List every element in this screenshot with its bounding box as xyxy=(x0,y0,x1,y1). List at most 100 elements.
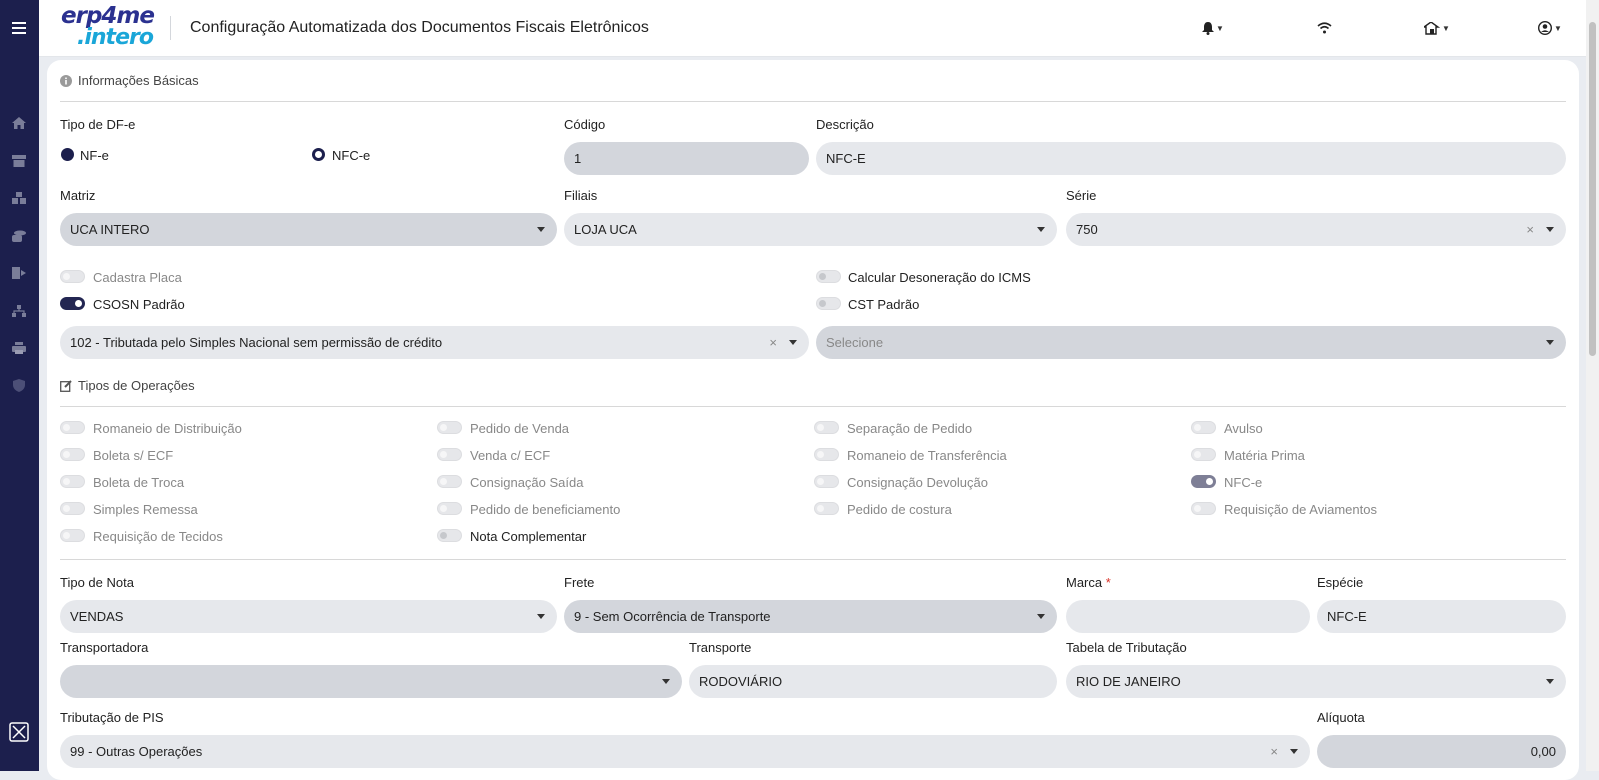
export-icon[interactable] xyxy=(10,264,28,282)
especie-input[interactable]: NFC-E xyxy=(1317,600,1566,633)
op-label: Consignação Devolução xyxy=(847,475,988,490)
op-label: Pedido de beneficiamento xyxy=(470,502,621,517)
nfce-operation-toggle[interactable] xyxy=(1191,475,1216,488)
divider xyxy=(60,406,1566,407)
codigo-label: Código xyxy=(564,117,606,132)
tipo-df-label: Tipo de DF-e xyxy=(60,117,136,132)
tabela-tributacao-select[interactable]: RIO DE JANEIRO xyxy=(1066,665,1566,698)
op-toggle[interactable] xyxy=(437,421,462,434)
scrollbar-thumb[interactable] xyxy=(1589,22,1596,356)
menu-icon[interactable] xyxy=(10,19,28,37)
op-label: Pedido de Venda xyxy=(470,421,570,436)
op-toggle[interactable] xyxy=(437,502,462,515)
company-button[interactable]: ▼ xyxy=(1424,18,1450,38)
op-label: Boleta s/ ECF xyxy=(93,448,174,463)
transportadora-select[interactable] xyxy=(60,665,682,698)
frete-select[interactable]: 9 - Sem Ocorrência de Transporte xyxy=(564,600,1057,633)
chevron-down-icon xyxy=(537,614,545,619)
op-label: Avulso xyxy=(1224,421,1263,436)
edit-icon xyxy=(60,379,72,392)
user-menu-button[interactable]: ▼ xyxy=(1538,18,1562,38)
form-panel: Informações Básicas Tipo de DF-e NF-e NF… xyxy=(47,60,1579,780)
op-toggle[interactable] xyxy=(1191,421,1216,434)
matriz-select[interactable]: UCA INTERO xyxy=(60,213,557,246)
serie-label: Série xyxy=(1066,188,1097,203)
op-toggle[interactable] xyxy=(1191,448,1216,461)
network-icon[interactable] xyxy=(10,302,28,320)
csosn-select[interactable]: 102 - Tributada pelo Simples Nacional se… xyxy=(60,326,809,359)
clear-icon[interactable]: × xyxy=(1270,744,1278,759)
chevron-down-icon xyxy=(1546,679,1554,684)
marca-input[interactable] xyxy=(1066,600,1310,633)
chevron-down-icon xyxy=(662,679,670,684)
home-building-icon xyxy=(1424,21,1440,35)
filiais-label: Filiais xyxy=(564,188,598,203)
tributacao-pis-label: Tributação de PIS xyxy=(60,710,164,725)
transporte-label: Transporte xyxy=(689,640,752,655)
op-label: Requisição de Aviamentos xyxy=(1224,502,1377,517)
clear-icon[interactable]: × xyxy=(1526,222,1534,237)
divider xyxy=(60,559,1566,560)
descricao-label: Descrição xyxy=(816,117,874,132)
op-label: Romaneio de Distribuição xyxy=(93,421,242,436)
op-toggle[interactable] xyxy=(814,421,839,434)
op-toggle[interactable] xyxy=(60,529,85,542)
chevron-down-icon xyxy=(1290,749,1298,754)
frete-label: Frete xyxy=(564,575,595,590)
radio-nfce-label: NFC-e xyxy=(332,148,371,163)
scrollbar[interactable] xyxy=(1586,0,1599,771)
home-icon[interactable] xyxy=(10,114,28,132)
op-toggle[interactable] xyxy=(814,448,839,461)
radio-nfe-label: NF-e xyxy=(80,148,109,163)
op-toggle[interactable] xyxy=(814,475,839,488)
close-panel-icon[interactable] xyxy=(9,722,29,742)
op-toggle[interactable] xyxy=(1191,502,1216,515)
bell-icon xyxy=(1202,21,1214,35)
boxes-icon[interactable] xyxy=(10,189,28,207)
erp4me-logo[interactable]: erp4me .intero xyxy=(61,5,161,51)
clear-icon[interactable]: × xyxy=(769,335,777,350)
tributacao-pis-select[interactable]: 99 - Outras Operações × xyxy=(60,735,1310,768)
nota-complementar-toggle[interactable] xyxy=(437,529,462,542)
coins-icon[interactable] xyxy=(10,227,28,245)
op-toggle[interactable] xyxy=(437,448,462,461)
cadastra-placa-toggle[interactable] xyxy=(60,270,85,283)
shield-icon[interactable] xyxy=(10,376,28,394)
op-label: Requisição de Tecidos xyxy=(93,529,223,544)
codigo-input[interactable]: 1 xyxy=(564,142,809,175)
tabela-tributacao-label: Tabela de Tributação xyxy=(1066,640,1187,655)
op-toggle[interactable] xyxy=(437,475,462,488)
csosn-padrao-toggle[interactable] xyxy=(60,297,85,310)
printer-icon[interactable] xyxy=(10,339,28,357)
op-toggle[interactable] xyxy=(814,502,839,515)
cst-select[interactable]: Selecione xyxy=(816,326,1566,359)
tipo-nota-select[interactable]: VENDAS xyxy=(60,600,557,633)
op-label: Consignação Saída xyxy=(470,475,584,490)
title-separator xyxy=(170,16,171,40)
matriz-label: Matriz xyxy=(60,188,96,203)
top-bar: erp4me .intero Configuração Automatizada… xyxy=(39,0,1586,57)
tipo-nota-label: Tipo de Nota xyxy=(60,575,134,590)
op-toggle[interactable] xyxy=(60,421,85,434)
connection-button[interactable] xyxy=(1317,18,1332,38)
chevron-down-icon xyxy=(789,340,797,345)
wifi-icon xyxy=(1317,22,1332,34)
op-toggle[interactable] xyxy=(60,475,85,488)
op-label: Pedido de costura xyxy=(847,502,952,517)
serie-select[interactable]: 750 × xyxy=(1066,213,1566,246)
cst-padrao-label: CST Padrão xyxy=(848,297,920,312)
aliquota-input[interactable]: 0,00 xyxy=(1317,735,1566,768)
notifications-button[interactable]: ▼ xyxy=(1202,18,1224,38)
radio-nfe[interactable] xyxy=(61,148,74,161)
filiais-select[interactable]: LOJA UCA xyxy=(564,213,1057,246)
op-toggle[interactable] xyxy=(60,448,85,461)
cst-padrao-toggle[interactable] xyxy=(816,297,841,310)
store-icon[interactable] xyxy=(10,152,28,170)
radio-nfce[interactable] xyxy=(312,148,325,161)
chevron-down-icon xyxy=(1037,614,1045,619)
divider xyxy=(60,101,1566,102)
calcular-desoneracao-toggle[interactable] xyxy=(816,270,841,283)
op-toggle[interactable] xyxy=(60,502,85,515)
descricao-input[interactable]: NFC-E xyxy=(816,142,1566,175)
transporte-input[interactable]: RODOVIÁRIO xyxy=(689,665,1057,698)
